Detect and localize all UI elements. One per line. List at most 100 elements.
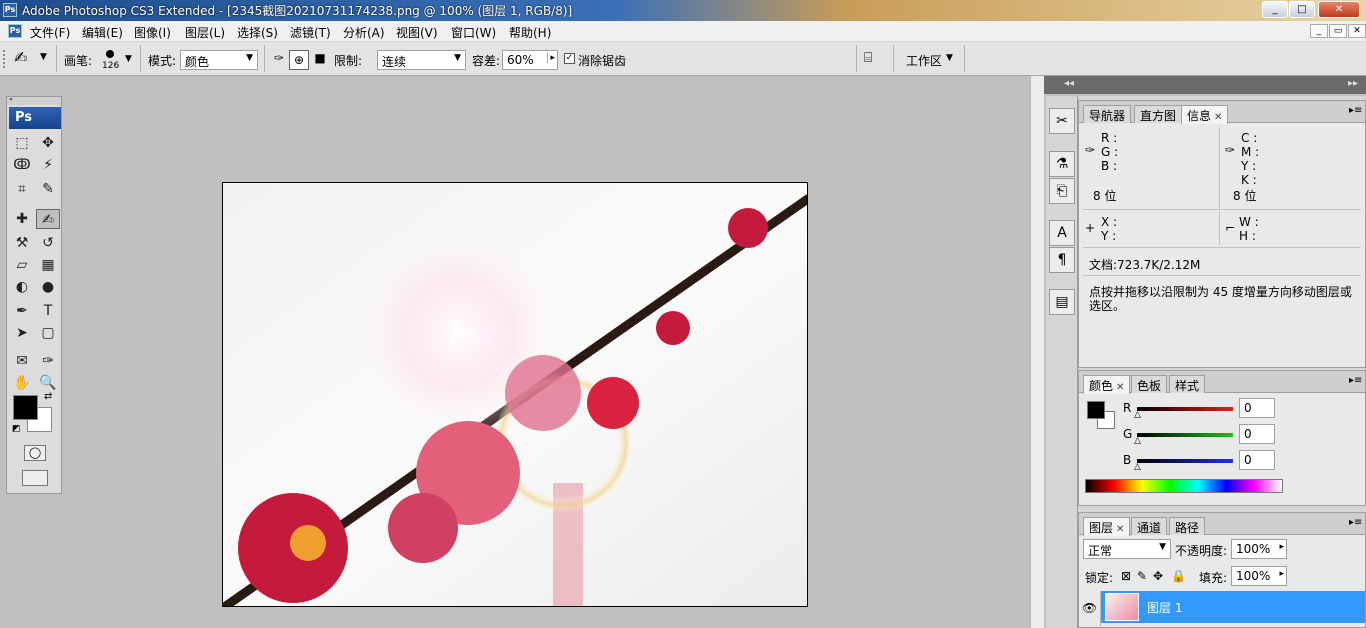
workspace-label[interactable]: 工作区 bbox=[906, 52, 942, 69]
options-bar-grip[interactable] bbox=[3, 50, 9, 68]
tab-styles[interactable]: 样式 bbox=[1169, 375, 1206, 393]
red-value-input[interactable]: 0 bbox=[1239, 398, 1275, 418]
color-replacement-tool-icon[interactable]: ✍ bbox=[36, 209, 60, 229]
doc-restore-button[interactable]: ▭ bbox=[1329, 24, 1347, 38]
lock-position-icon[interactable]: ✥ bbox=[1153, 569, 1163, 583]
lock-transparent-icon[interactable]: ⊠ bbox=[1121, 569, 1131, 583]
tab-color[interactable]: 颜色 ✕ bbox=[1083, 375, 1131, 394]
limit-select[interactable]: 连续 ▼ bbox=[377, 50, 466, 70]
blur-tool-icon[interactable]: ◐ bbox=[10, 277, 34, 297]
screen-mode-icon[interactable] bbox=[22, 470, 48, 486]
doc-minimize-button[interactable]: _ bbox=[1310, 24, 1328, 38]
tab-layers[interactable]: 图层 ✕ bbox=[1083, 517, 1131, 536]
tolerance-input[interactable]: 60% ▸ bbox=[502, 50, 558, 70]
sampling-continuous-icon[interactable]: ✑ bbox=[270, 51, 288, 69]
close-window-button[interactable]: ✕ bbox=[1318, 1, 1360, 18]
tool-preset-dropdown-arrow-icon[interactable]: ▼ bbox=[40, 52, 47, 62]
red-slider[interactable]: △ bbox=[1134, 407, 1233, 420]
lock-all-icon[interactable]: 🔒 bbox=[1171, 569, 1186, 583]
sampling-once-icon[interactable]: ⊕ bbox=[289, 50, 309, 70]
maximize-window-button[interactable]: □ bbox=[1289, 1, 1315, 18]
close-icon[interactable]: ✕ bbox=[1116, 524, 1124, 535]
triangle-thumb-icon[interactable]: △ bbox=[1134, 437, 1141, 446]
canvas-vertical-scrollbar[interactable] bbox=[1030, 76, 1044, 628]
layer-comps-icon[interactable]: ▤ bbox=[1049, 289, 1075, 315]
eraser-tool-icon[interactable]: ▱ bbox=[10, 255, 34, 275]
menu-window[interactable]: 窗口(W) bbox=[451, 24, 496, 41]
menu-analysis[interactable]: 分析(A) bbox=[343, 24, 385, 41]
type-tool-icon[interactable]: T bbox=[36, 301, 60, 321]
layer-visibility-eye-icon[interactable]: 👁 bbox=[1079, 591, 1101, 627]
dodge-tool-icon[interactable]: ● bbox=[36, 277, 60, 297]
menu-select[interactable]: 选择(S) bbox=[237, 24, 278, 41]
history-brush-tool-icon[interactable]: ↺ bbox=[36, 233, 60, 253]
sampling-background-swatch-icon[interactable]: ■ bbox=[311, 51, 329, 69]
menu-help[interactable]: 帮助(H) bbox=[509, 24, 551, 41]
expand-dock-icon[interactable]: ▸▸ bbox=[1348, 78, 1358, 89]
lock-image-icon[interactable]: ✎ bbox=[1137, 569, 1147, 583]
collapse-dock-icon[interactable]: ◂◂ bbox=[1064, 78, 1074, 89]
slice-tool-icon[interactable]: ✎ bbox=[36, 179, 60, 199]
shape-tool-icon[interactable]: ▢ bbox=[36, 323, 60, 343]
brushes-icon[interactable]: ⚗ bbox=[1049, 151, 1075, 177]
document-canvas[interactable] bbox=[222, 182, 808, 607]
tools-presets-icon[interactable]: ✂ bbox=[1049, 108, 1075, 134]
triangle-thumb-icon[interactable]: △ bbox=[1134, 411, 1141, 420]
triangle-thumb-icon[interactable]: △ bbox=[1134, 463, 1141, 472]
brush-preview-icon[interactable] bbox=[106, 50, 114, 58]
layer-row-selected[interactable]: 图层 1 bbox=[1101, 591, 1365, 623]
color-replacement-tool-preset-icon[interactable]: ✍ bbox=[14, 48, 27, 67]
tab-info[interactable]: 信息 ✕ bbox=[1181, 105, 1229, 124]
toolbox-grip[interactable]: « bbox=[7, 97, 61, 105]
paragraph-icon[interactable]: ¶ bbox=[1049, 247, 1075, 273]
quick-mask-icon[interactable]: ◯ bbox=[24, 445, 46, 461]
panel-menu-icon[interactable]: ▸≡ bbox=[1349, 517, 1362, 528]
menu-layer[interactable]: 图层(L) bbox=[185, 24, 225, 41]
blue-value-input[interactable]: 0 bbox=[1239, 450, 1275, 470]
clone-source-icon[interactable]: ⎗ bbox=[1049, 178, 1075, 204]
doc-close-button[interactable]: ✕ bbox=[1348, 24, 1366, 38]
path-selection-tool-icon[interactable]: ➤ bbox=[10, 323, 34, 343]
green-value-input[interactable]: 0 bbox=[1239, 424, 1275, 444]
blend-mode-select[interactable]: 正常 ▼ bbox=[1083, 539, 1171, 559]
antialias-checkbox[interactable]: ✓ bbox=[564, 53, 575, 64]
tab-navigator[interactable]: 导航器 bbox=[1083, 105, 1132, 123]
blue-slider[interactable]: △ bbox=[1134, 459, 1233, 472]
swap-colors-icon[interactable]: ⇄ bbox=[44, 391, 52, 402]
bridge-icon[interactable]: ⌸ bbox=[864, 50, 888, 68]
close-icon[interactable]: ✕ bbox=[1214, 112, 1222, 123]
mode-select[interactable]: 颜色 ▼ bbox=[180, 50, 258, 70]
lasso-tool-icon[interactable]: ↂ bbox=[10, 155, 34, 175]
clone-stamp-tool-icon[interactable]: ⚒ bbox=[10, 233, 34, 253]
character-icon[interactable]: A bbox=[1049, 220, 1075, 246]
move-tool-icon[interactable]: ✥ bbox=[36, 133, 60, 153]
tab-swatches[interactable]: 色板 bbox=[1131, 375, 1168, 393]
menu-image[interactable]: 图像(I) bbox=[134, 24, 171, 41]
color-foreground-swatch[interactable] bbox=[1087, 401, 1105, 419]
document-icon[interactable]: Ps bbox=[8, 24, 22, 38]
menu-view[interactable]: 视图(V) bbox=[396, 24, 438, 41]
chevron-right-icon[interactable]: ▸ bbox=[547, 53, 555, 63]
marquee-tool-icon[interactable]: ⬚ bbox=[10, 133, 34, 153]
panel-dock-header[interactable]: ◂◂ ▸▸ bbox=[1044, 76, 1366, 94]
color-spectrum-bar[interactable] bbox=[1085, 479, 1283, 493]
panel-menu-icon[interactable]: ▸≡ bbox=[1349, 375, 1362, 386]
chevron-right-icon[interactable]: ▸ bbox=[1279, 542, 1284, 552]
default-colors-icon[interactable]: ◩ bbox=[12, 424, 21, 434]
workspace-chevron-down-icon[interactable]: ▼ bbox=[946, 53, 953, 63]
notes-tool-icon[interactable]: ✉ bbox=[10, 351, 34, 371]
pen-tool-icon[interactable]: ✒ bbox=[10, 301, 34, 321]
tab-histogram[interactable]: 直方图 bbox=[1134, 105, 1183, 123]
opacity-input[interactable]: 100% ▸ bbox=[1231, 539, 1287, 559]
crop-tool-icon[interactable]: ⌗ bbox=[10, 179, 34, 199]
foreground-color-swatch[interactable] bbox=[13, 395, 38, 420]
healing-brush-tool-icon[interactable]: ✚ bbox=[10, 209, 34, 229]
minimize-window-button[interactable]: _ bbox=[1262, 1, 1288, 18]
tab-paths[interactable]: 路径 bbox=[1169, 517, 1206, 535]
tab-channels[interactable]: 通道 bbox=[1131, 517, 1168, 535]
magic-wand-tool-icon[interactable]: ⚡ bbox=[36, 155, 60, 175]
eyedropper-tool-icon[interactable]: ✑ bbox=[36, 351, 60, 371]
layer-name[interactable]: 图层 1 bbox=[1147, 599, 1182, 616]
menu-edit[interactable]: 编辑(E) bbox=[82, 24, 123, 41]
menu-filter[interactable]: 滤镜(T) bbox=[290, 24, 331, 41]
